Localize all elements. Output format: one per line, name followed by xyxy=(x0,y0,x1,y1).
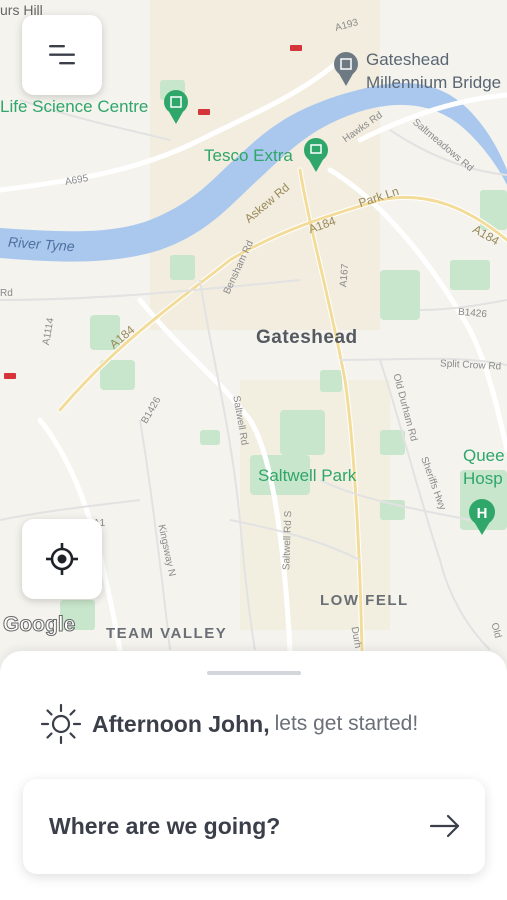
map-label-life-science: Life Science Centre xyxy=(0,97,149,116)
greeting-name: Afternoon John xyxy=(92,710,264,737)
map-label-gateshead: Gateshead xyxy=(256,327,358,348)
map-label-bridge-2: Millennium Bridge xyxy=(366,73,502,92)
map-label-bridge-1: Gateshead xyxy=(366,50,450,69)
svg-text:H: H xyxy=(477,505,488,522)
greeting-comma: , xyxy=(263,710,270,737)
greeting-subtitle: lets get started! xyxy=(274,712,419,735)
map-label-saltwell-rd-s: Saltwell Rd S xyxy=(281,510,295,571)
sheet-drag-handle[interactable] xyxy=(207,671,301,675)
locate-me-button[interactable] xyxy=(22,519,102,599)
map-label-a167: A167 xyxy=(338,263,352,288)
map-label-low-fell: LOW FELL xyxy=(320,592,409,609)
map-label-saltwell-park: Saltwell Park xyxy=(258,466,357,485)
bottom-sheet: Afternoon John, lets get started! Where … xyxy=(0,651,507,900)
arrow-right-icon xyxy=(429,814,460,838)
map-label-queen-1: Quee xyxy=(463,446,505,465)
crosshair-icon xyxy=(46,543,78,575)
destination-search-button[interactable]: Where are we going? xyxy=(23,779,485,874)
menu-icon xyxy=(49,45,75,65)
map-label-tesco: Tesco Extra xyxy=(204,146,293,165)
map-label-rd: Rd xyxy=(0,288,13,299)
search-placeholder: Where are we going? xyxy=(49,813,281,839)
menu-button[interactable] xyxy=(22,15,102,95)
greeting: Afternoon John, lets get started! xyxy=(40,701,418,747)
map-label-queen-2: Hosp xyxy=(463,469,503,488)
sun-icon xyxy=(40,703,82,745)
google-attribution: Google xyxy=(2,613,76,637)
map-label-team-valley: TEAM VALLEY xyxy=(106,625,228,642)
